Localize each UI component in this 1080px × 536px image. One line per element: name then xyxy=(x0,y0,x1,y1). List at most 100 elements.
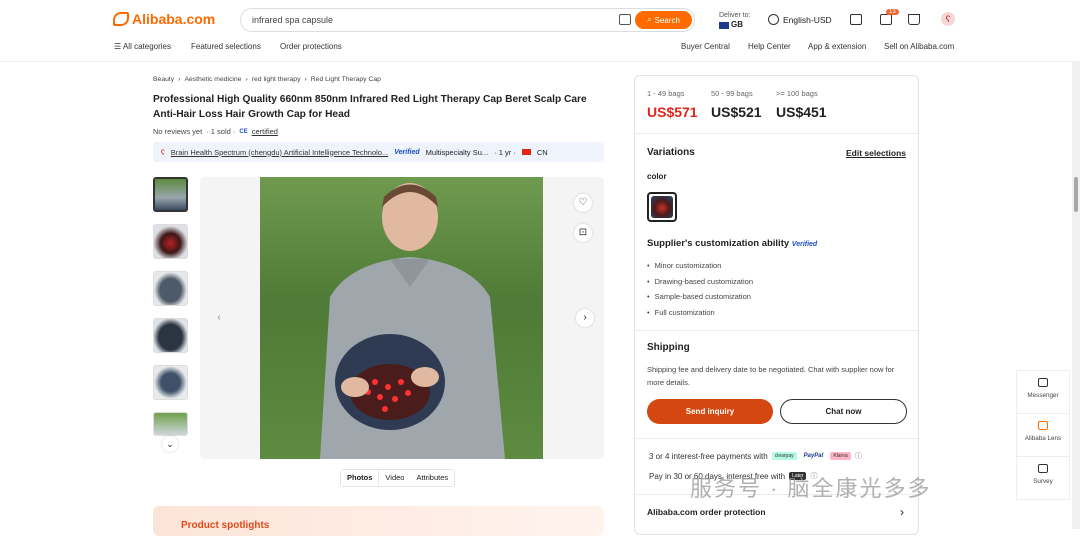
search-button[interactable]: ⌕ Search xyxy=(635,11,692,29)
alibaba-logo[interactable]: Alibaba.com xyxy=(113,11,215,27)
help-center-link[interactable]: Help Center xyxy=(748,42,791,51)
thumbnail-list xyxy=(153,177,189,436)
order-protection-link[interactable]: Alibaba.com order protection xyxy=(647,507,766,517)
uk-flag-icon xyxy=(719,21,729,29)
globe-icon xyxy=(768,14,779,25)
breadcrumb-item[interactable]: Red Light Therapy Cap xyxy=(311,76,381,83)
alibaba-logo-icon xyxy=(113,12,129,26)
thumbnail-image[interactable] xyxy=(153,177,188,212)
breadcrumb-separator: › xyxy=(245,76,248,83)
scrollbar-thumb[interactable] xyxy=(1074,177,1078,212)
thumbnail-image[interactable] xyxy=(153,318,188,353)
deliver-label: Deliver to: xyxy=(719,12,751,19)
verified-badge: Verified xyxy=(394,148,420,156)
all-categories-label: All categories xyxy=(122,42,171,51)
media-tabs: Photos Video Attributes xyxy=(340,469,456,487)
installments-row: 3 or 4 interest-free payments with clear… xyxy=(649,451,862,461)
search-input[interactable]: infrared spa capsule xyxy=(252,15,333,25)
survey-button[interactable]: Survey xyxy=(1016,456,1070,500)
all-categories-menu[interactable]: ☰ All categories xyxy=(114,42,171,51)
breadcrumb-item[interactable]: Aesthetic medicine xyxy=(184,76,241,83)
gallery-next-arrow-icon[interactable]: › xyxy=(576,309,594,327)
divider xyxy=(635,330,918,331)
tab-video[interactable]: Video xyxy=(379,470,410,486)
reviews-text[interactable]: No reviews yet xyxy=(153,127,202,136)
product-title: Professional High Quality 660nm 850nm In… xyxy=(153,94,587,120)
camera-search-icon[interactable] xyxy=(619,14,631,25)
customization-list: Minor customization Drawing-based custom… xyxy=(647,258,753,321)
breadcrumb-separator: › xyxy=(304,76,307,83)
thumbnail-image[interactable] xyxy=(153,271,188,306)
color-swatch[interactable] xyxy=(647,192,677,222)
survey-label: Survey xyxy=(1033,478,1053,485)
tier-range: 1 - 49 bags xyxy=(647,89,685,98)
breadcrumb-item[interactable]: Beauty xyxy=(153,76,174,83)
swatch-image xyxy=(651,196,673,218)
supplier-type: Multispecialty Su... xyxy=(425,147,489,157)
language-label: English-USD xyxy=(783,14,832,25)
thumbnails-down-chevron-icon[interactable]: ⌄ xyxy=(162,436,178,452)
alibaba-lens-button[interactable]: Alibaba Lens xyxy=(1016,413,1070,457)
edit-selections-link[interactable]: Edit selections xyxy=(846,148,906,158)
supplier-country: CN xyxy=(536,147,548,157)
search-button-label: Search xyxy=(654,15,680,25)
message-icon[interactable] xyxy=(850,14,862,25)
supplier-bar: ʕ Brain Health Spectrum (chengdu) Artifi… xyxy=(153,142,604,162)
clearpay-logo: clearpay xyxy=(771,452,797,460)
thumbnail-image[interactable] xyxy=(153,365,188,400)
supplier-years: · 1 yr · xyxy=(494,147,516,157)
info-icon[interactable]: ⓘ xyxy=(855,451,862,461)
breadcrumb-separator: › xyxy=(178,76,181,83)
thumbnail-image[interactable] xyxy=(153,224,188,259)
purchase-panel: 1 - 49 bags US$571 50 - 99 bags US$521 >… xyxy=(634,75,919,535)
gallery-prev-arrow-icon[interactable]: ‹ xyxy=(210,309,228,327)
product-photo[interactable] xyxy=(260,177,543,459)
avatar[interactable]: ʕ xyxy=(941,12,955,26)
language-selector[interactable]: English-USD xyxy=(768,14,832,25)
breadcrumb-item[interactable]: red light therapy xyxy=(252,76,301,83)
sell-link[interactable]: Sell on Alibaba.com xyxy=(884,42,954,51)
divider xyxy=(635,438,918,439)
tier-price: US$521 xyxy=(711,104,762,120)
paypal-logo: PayPal xyxy=(803,453,824,459)
list-item: Sample-based customization xyxy=(647,289,753,305)
sold-count: · 1 sold · xyxy=(206,127,236,136)
app-extension-link[interactable]: App & extension xyxy=(808,42,866,51)
shipping-title: Shipping xyxy=(647,342,690,353)
klarna-logo: Klarna xyxy=(830,452,851,460)
installments-text: 3 or 4 interest-free payments with xyxy=(649,451,768,461)
thumbnail-image[interactable] xyxy=(153,412,188,436)
chevron-right-icon[interactable]: › xyxy=(900,505,904,519)
color-label: color xyxy=(647,172,667,181)
logo-text: Alibaba.com xyxy=(132,11,216,27)
cart-icon[interactable] xyxy=(908,14,920,25)
favorite-heart-icon[interactable]: ♡ xyxy=(574,194,592,212)
variations-title: Variations xyxy=(647,147,695,158)
orders-icon[interactable] xyxy=(880,14,892,25)
buyer-central-link[interactable]: Buyer Central xyxy=(681,42,730,51)
ce-badge: CE xyxy=(239,128,248,135)
cart-badge: 13 xyxy=(886,9,899,15)
send-inquiry-button[interactable]: Send inquiry xyxy=(647,399,773,424)
top-bar: Alibaba.com infrared spa capsule ⌕ Searc… xyxy=(0,0,1080,62)
list-item: Drawing-based customization xyxy=(647,274,753,290)
certified-link[interactable]: certified xyxy=(252,127,278,136)
featured-selections-link[interactable]: Featured selections xyxy=(191,42,261,51)
divider xyxy=(635,133,918,134)
shipping-text: Shipping fee and delivery date to be neg… xyxy=(647,365,895,387)
lens-label: Alibaba Lens xyxy=(1024,435,1062,442)
tab-attributes[interactable]: Attributes xyxy=(410,470,454,486)
cn-flag-icon xyxy=(521,149,531,155)
supplier-name[interactable]: Brain Health Spectrum (chengdu) Artifici… xyxy=(171,148,388,157)
list-item: Full customization xyxy=(647,305,753,321)
messenger-button[interactable]: Messenger xyxy=(1016,370,1070,414)
order-protections-link[interactable]: Order protections xyxy=(280,42,342,51)
menu-icon: ☰ xyxy=(114,42,122,51)
chat-now-button[interactable]: Chat now xyxy=(780,399,907,424)
image-search-icon[interactable]: ⊡ xyxy=(574,224,592,242)
deliver-to[interactable]: Deliver to: GB xyxy=(719,11,751,30)
messenger-label: Messenger xyxy=(1027,392,1059,399)
tab-photos[interactable]: Photos xyxy=(341,470,380,486)
page-scrollbar[interactable] xyxy=(1072,62,1080,529)
product-spotlights: Product spotlights xyxy=(153,506,604,536)
